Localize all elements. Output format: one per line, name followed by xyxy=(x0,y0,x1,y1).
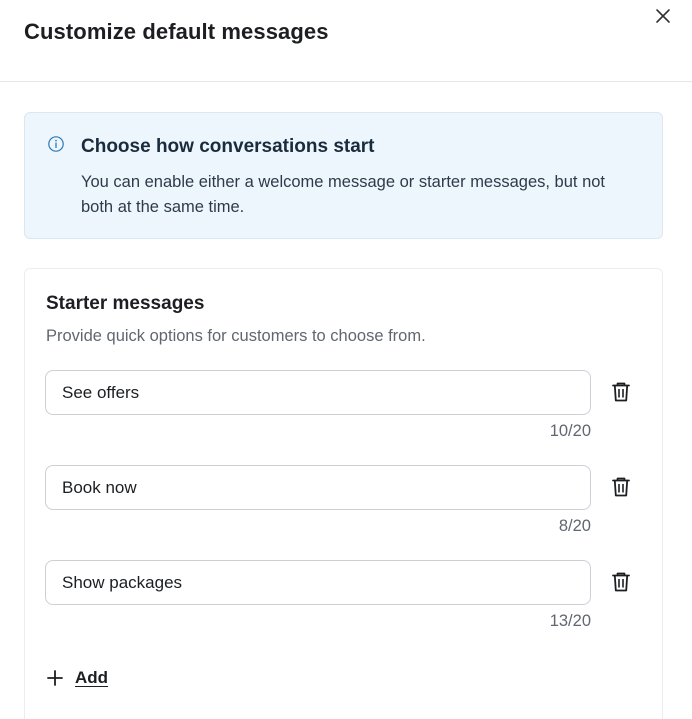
trash-icon xyxy=(611,571,631,596)
starter-messages-subtitle: Provide quick options for customers to c… xyxy=(46,327,426,345)
dialog-title: Customize default messages xyxy=(24,19,329,44)
starter-message-input[interactable] xyxy=(45,465,591,510)
starter-message-input[interactable] xyxy=(45,560,591,605)
starter-message-row: 10/20 xyxy=(45,370,645,440)
starter-message-row: 8/20 xyxy=(45,465,645,535)
info-icon xyxy=(47,135,65,153)
starter-message-row: 13/20 xyxy=(45,560,645,630)
trash-icon xyxy=(611,381,631,406)
close-button[interactable] xyxy=(651,6,675,28)
plus-icon xyxy=(45,668,65,688)
add-label: Add xyxy=(75,668,109,687)
delete-message-button[interactable] xyxy=(607,380,635,406)
character-counter: 8/20 xyxy=(558,517,591,535)
character-counter: 13/20 xyxy=(549,612,591,630)
close-icon xyxy=(655,8,671,27)
delete-message-button[interactable] xyxy=(607,570,635,596)
add-message-button[interactable]: Add xyxy=(45,665,108,691)
character-counter: 10/20 xyxy=(549,422,591,440)
starter-message-input[interactable] xyxy=(45,370,591,415)
info-text: You can enable either a welcome message … xyxy=(81,173,606,216)
info-banner: Choose how conversations start You can e… xyxy=(24,112,663,239)
starter-messages-title: Starter messages xyxy=(46,293,205,314)
starter-messages-card: Starter messages Provide quick options f… xyxy=(24,268,663,719)
delete-message-button[interactable] xyxy=(607,475,635,501)
info-title: Choose how conversations start xyxy=(81,136,375,157)
dialog-header: Customize default messages xyxy=(0,0,692,82)
trash-icon xyxy=(611,476,631,501)
